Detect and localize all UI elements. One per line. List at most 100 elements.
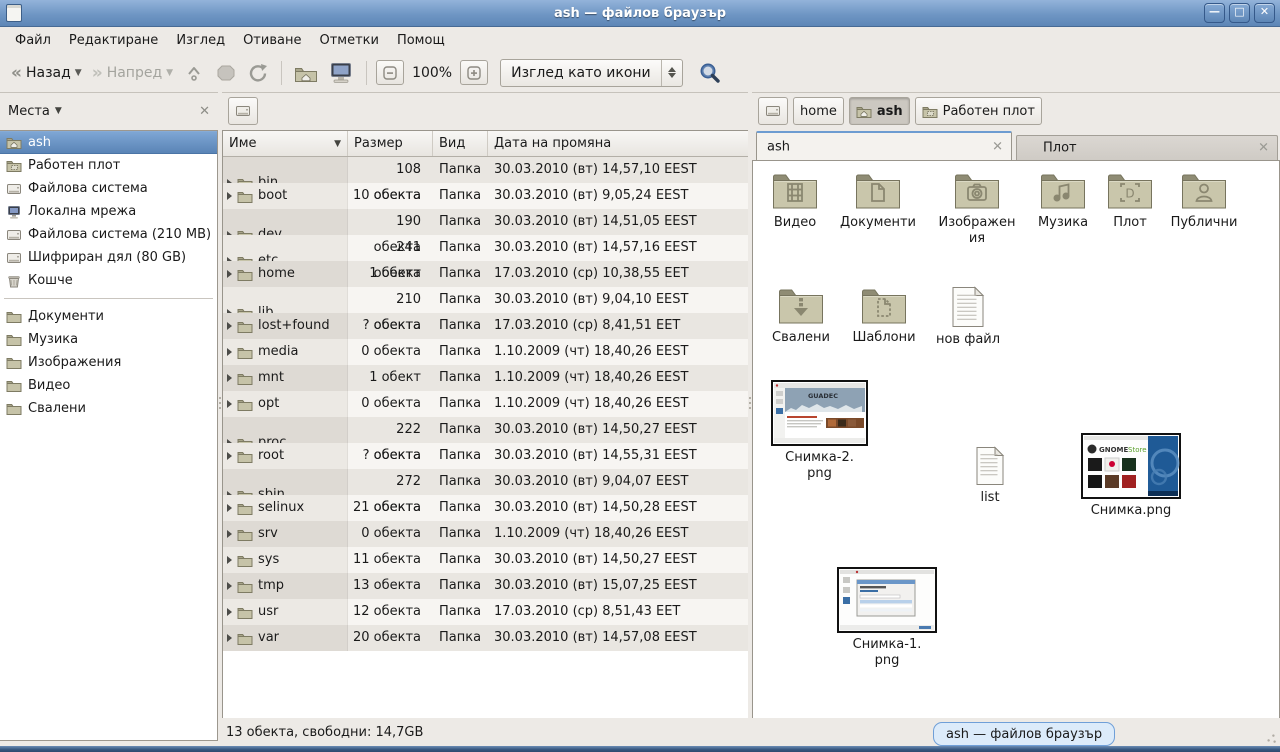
- sidebar-item-Документи[interactable]: Документи: [0, 305, 217, 328]
- tab-ash[interactable]: ash✕: [756, 131, 1012, 160]
- breadcrumb-button-Работен плот[interactable]: Работен плот: [915, 97, 1042, 125]
- table-row-tmp[interactable]: tmp13 обектаПапка30.03.2010 (вт) 15,07,2…: [223, 573, 749, 599]
- sidebar-item-ash[interactable]: ash: [0, 131, 217, 154]
- tab-Плот[interactable]: Плот✕: [1016, 135, 1278, 160]
- file-item-Свалени[interactable]: Свалени: [759, 286, 843, 346]
- sidebar-item-Работен плот[interactable]: Работен плот: [0, 154, 217, 177]
- maximize-button[interactable]: □: [1229, 3, 1250, 23]
- resize-grip-icon[interactable]: [1265, 732, 1277, 744]
- menu-item-Изглед[interactable]: Изглед: [167, 29, 234, 52]
- forward-button[interactable]: » Напред ▼: [87, 61, 178, 85]
- menu-item-Помощ[interactable]: Помощ: [388, 29, 454, 52]
- close-button[interactable]: ✕: [1254, 3, 1275, 23]
- icon-view[interactable]: ВидеоДокументиИзображен ияМузикаDПлотПуб…: [752, 160, 1280, 720]
- file-item-Публични[interactable]: Публични: [1162, 171, 1246, 231]
- sidebar-item-Музика[interactable]: Музика: [0, 328, 217, 351]
- table-row-opt[interactable]: opt0 обектаПапка1.10.2009 (чт) 18,40,26 …: [223, 391, 749, 417]
- table-row-usr[interactable]: usr12 обектаПапка17.03.2010 (ср) 8,51,43…: [223, 599, 749, 625]
- table-row-sbin[interactable]: sbin272 обектаПапка30.03.2010 (вт) 9,04,…: [223, 469, 749, 495]
- sidebar-item-Видео[interactable]: Видео: [0, 374, 217, 397]
- sidebar-item-Кошче[interactable]: Кошче: [0, 269, 217, 292]
- minimize-button[interactable]: —: [1204, 3, 1225, 23]
- file-item-Снимка.png[interactable]: GNOMEStoreСнимка.png: [1081, 433, 1181, 519]
- table-row-bin[interactable]: bin108 обектаПапка30.03.2010 (вт) 14,57,…: [223, 157, 749, 183]
- sidebar-close-icon[interactable]: ✕: [199, 104, 210, 119]
- column-header-name[interactable]: Име▼: [223, 131, 348, 156]
- sidebar-item-Файлова система[interactable]: Файлова система: [0, 177, 217, 200]
- column-header-size[interactable]: Размер: [348, 131, 433, 156]
- up-button[interactable]: [178, 58, 210, 88]
- sidebar-item-Свалени[interactable]: Свалени: [0, 397, 217, 420]
- menu-item-Файл[interactable]: Файл: [6, 29, 60, 52]
- zoom-in-button[interactable]: [460, 60, 488, 85]
- home-button[interactable]: [289, 59, 323, 87]
- back-dropdown-icon[interactable]: ▼: [75, 68, 82, 78]
- view-mode-select[interactable]: Изглед като икони: [500, 59, 683, 87]
- table-row-lib[interactable]: lib210 обектаПапка30.03.2010 (вт) 9,04,1…: [223, 287, 749, 313]
- file-item-Плот[interactable]: DПлот: [1088, 171, 1172, 231]
- menu-item-Отметки[interactable]: Отметки: [310, 29, 387, 52]
- zoom-out-button[interactable]: [376, 60, 404, 85]
- sidebar-item-Локална мрежа[interactable]: Локална мрежа: [0, 200, 217, 223]
- table-row-etc[interactable]: etc241 обектаПапка30.03.2010 (вт) 14,57,…: [223, 235, 749, 261]
- sidebar-title[interactable]: Места: [8, 104, 50, 119]
- file-item-list[interactable]: list: [960, 446, 1020, 506]
- expander-icon[interactable]: [227, 582, 232, 590]
- expander-icon[interactable]: [227, 608, 232, 616]
- root-filesystem-button[interactable]: [228, 97, 258, 125]
- search-button[interactable]: [693, 57, 727, 89]
- expander-icon[interactable]: [227, 192, 232, 200]
- table-row-dev[interactable]: dev190 обектаПапка30.03.2010 (вт) 14,51,…: [223, 209, 749, 235]
- file-item-Снимка-1.png[interactable]: Снимка-1. png: [837, 567, 937, 669]
- expander-icon[interactable]: [227, 452, 232, 460]
- table-row-sys[interactable]: sys11 обектаПапка30.03.2010 (вт) 14,50,2…: [223, 547, 749, 573]
- computer-button[interactable]: [323, 58, 359, 88]
- stop-button[interactable]: [210, 58, 242, 88]
- file-item-Документи[interactable]: Документи: [836, 171, 920, 231]
- table-row-srv[interactable]: srv0 обектаПапка1.10.2009 (чт) 18,40,26 …: [223, 521, 749, 547]
- reload-button[interactable]: [242, 58, 274, 88]
- table-row-var[interactable]: var20 обектаПапка30.03.2010 (вт) 14,57,0…: [223, 625, 749, 651]
- table-row-selinux[interactable]: selinux21 обектаПапка30.03.2010 (вт) 14,…: [223, 495, 749, 521]
- table-row-home[interactable]: home1 обектПапка17.03.2010 (ср) 10,38,55…: [223, 261, 749, 287]
- back-button[interactable]: « Назад ▼: [6, 61, 87, 85]
- file-item-нов файл[interactable]: нов файл: [926, 286, 1010, 348]
- column-header-type[interactable]: Вид: [433, 131, 488, 156]
- menu-item-Редактиране[interactable]: Редактиране: [60, 29, 167, 52]
- home-icon: [856, 104, 872, 118]
- column-header-date[interactable]: Дата на промяна: [488, 131, 749, 156]
- taskbar-tooltip[interactable]: ash — файлов браузър: [933, 722, 1115, 746]
- tab-close-icon[interactable]: ✕: [1258, 141, 1269, 156]
- forward-dropdown-icon[interactable]: ▼: [166, 68, 173, 78]
- expander-icon[interactable]: [227, 322, 232, 330]
- breadcrumb-button-root[interactable]: [758, 97, 788, 125]
- expander-icon[interactable]: [227, 270, 232, 278]
- menu-item-Отиване[interactable]: Отиване: [234, 29, 310, 52]
- sidebar-item-Изображения[interactable]: Изображения: [0, 351, 217, 374]
- table-row-media[interactable]: media0 обектаПапка1.10.2009 (чт) 18,40,2…: [223, 339, 749, 365]
- expander-icon[interactable]: [227, 530, 232, 538]
- expander-icon[interactable]: [227, 374, 232, 382]
- spinner-icon[interactable]: [661, 60, 682, 86]
- table-row-root[interactable]: root? обектаПапка30.03.2010 (вт) 14,55,3…: [223, 443, 749, 469]
- file-item-Изображения[interactable]: Изображен ия: [935, 171, 1019, 247]
- file-item-Видео[interactable]: Видео: [753, 171, 837, 231]
- breadcrumb-button-home[interactable]: home: [793, 97, 844, 125]
- expander-icon[interactable]: [227, 504, 232, 512]
- sidebar-item-Шифриран дял (80 GB)[interactable]: Шифриран дял (80 GB): [0, 246, 217, 269]
- sidebar-item-Файлова система (210 MB)[interactable]: Файлова система (210 MB): [0, 223, 217, 246]
- breadcrumb-button-ash[interactable]: ash: [849, 97, 910, 125]
- file-item-Шаблони[interactable]: Шаблони: [842, 286, 926, 346]
- expander-icon[interactable]: [227, 400, 232, 408]
- tab-close-icon[interactable]: ✕: [992, 139, 1003, 154]
- table-row-lost+found[interactable]: lost+found? обектаПапка17.03.2010 (ср) 8…: [223, 313, 749, 339]
- file-item-Снимка-2.png[interactable]: GUADECСнимка-2. png: [771, 380, 868, 482]
- expander-icon[interactable]: [227, 556, 232, 564]
- table-row-boot[interactable]: boot10 обектаПапка30.03.2010 (вт) 9,05,2…: [223, 183, 749, 209]
- menubar: ФайлРедактиранеИзгледОтиванеОтметкиПомощ: [0, 27, 1280, 53]
- table-row-proc[interactable]: proc222 обектаПапка30.03.2010 (вт) 14,50…: [223, 417, 749, 443]
- chevron-down-icon[interactable]: ▼: [55, 106, 62, 116]
- expander-icon[interactable]: [227, 348, 232, 356]
- expander-icon[interactable]: [227, 634, 232, 642]
- table-row-mnt[interactable]: mnt1 обектПапка1.10.2009 (чт) 18,40,26 E…: [223, 365, 749, 391]
